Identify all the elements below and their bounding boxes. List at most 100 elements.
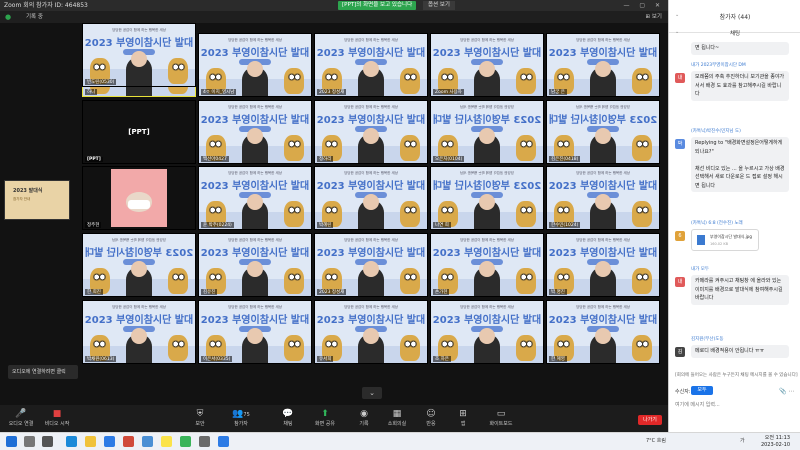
recipient-select[interactable]: 모두 <box>691 386 713 395</box>
participants-header[interactable]: 참가자 (44) <box>669 12 800 21</box>
leave-button[interactable]: 나가기 <box>638 415 662 425</box>
share-screen-label: 화면 공유 <box>315 421 335 427</box>
owl-mascot-icon <box>284 134 305 161</box>
security-button[interactable]: ⛨ 보안 <box>183 408 217 427</box>
view-button[interactable]: ⊞ 보기 <box>646 11 662 23</box>
owl-mascot-icon <box>632 200 653 227</box>
kakaotalk-icon[interactable] <box>161 436 172 447</box>
zoom-icon[interactable] <box>104 436 115 447</box>
owl-mascot-icon <box>516 67 537 94</box>
meeting-toolbar: 🎤 오디오 연결 ■ 비디오 시작 ⛨ 보안 👥75 참가자 💬 채팅 ⬆ 화면 공유 ◉ 기… <box>0 405 668 432</box>
banner-subtitle: 당당한 공감이 함께 하는 행복한 세상 <box>228 304 282 309</box>
participant-video-tile[interactable]: 당당한 공감이 함께 하는 행복한 세상2023 부영이참시단 발대식백선아04… <box>198 100 312 164</box>
participant-video-tile[interactable]: 당당한 공감이 함께 하는 행복한 세상2023 부영이참시단 발대식박 명진 <box>546 233 660 297</box>
participant-video-tile[interactable]: 당당한 공감이 함께 하는 행복한 세상2023 부영이참시단 발대식손가현 <box>430 233 544 297</box>
participant-video-tile[interactable]: 당당한 공감이 함께 하는 행복한 세상2023 부영이참시단 발대식한수민(1… <box>546 166 660 230</box>
participant-name: 정하리 <box>317 156 334 162</box>
join-audio-button[interactable]: 🎤 오디오 연결 <box>4 408 38 427</box>
search-icon[interactable] <box>24 436 35 447</box>
participant-video-tile[interactable]: 정주현 <box>82 166 196 230</box>
participant-video-tile[interactable]: 당당한 공감이 함께 하는 행복한 세상2023 부영이참시단 발대식조 하은 <box>430 300 544 364</box>
participant-video-tile[interactable]: 당당한 공감이 함께 하는 행복한 세상2023 부영이참시단 발대식2023 … <box>314 33 428 97</box>
share-screen-icon: ⬆ <box>321 409 329 419</box>
file-attachment[interactable]: 부영이참시단 발대식.jpg 160.02 KB <box>691 229 759 251</box>
participant-video-tile[interactable]: 당당한 공감이 함께 하는 행복한 세상2023 부영이참시단 발대식한 혜영 <box>546 300 660 364</box>
file-attach-icon[interactable]: 📎 ⋯ <box>779 388 794 395</box>
participant-video-tile[interactable]: 당당한 공감이 함께 하는 행복한 세상2023 부영이참시단 발대식박혜린 <box>314 166 428 230</box>
message-sender[interactable]: 김지원(부산)도동 <box>691 336 724 342</box>
participant-video-tile[interactable]: 당당한 공감이 함께 하는 행복한 세상2023 부영이참시단 발대식김유진 <box>198 233 312 297</box>
chrome-icon[interactable] <box>180 436 191 447</box>
owl-mascot-icon <box>632 134 653 161</box>
participant-video-tile[interactable]: 당당한 공감이 함께 하는 행복한 세상2023 부영이참시단 발대식오은지(0… <box>430 100 544 164</box>
participant-video-tile[interactable]: 당당한 공감이 함께 하는 행복한 세상2023 부영이참시단 발대식박채원(0… <box>82 300 196 364</box>
whiteboard-button[interactable]: ▭ 화이트보드 <box>484 408 518 427</box>
participant-video-tile[interactable]: 당당한 공감이 함께 하는 행복한 세상2023 부영이참시단 발대식빈도린(0… <box>82 23 196 87</box>
owl-mascot-icon <box>632 267 653 294</box>
participant-name: 김유진 <box>201 289 218 295</box>
participant-video-tile[interactable]: 당당한 공감이 함께 하는 행복한 세상2023 부영이참시단 발대식Zoom … <box>430 33 544 97</box>
participant-video-tile[interactable]: 당당한 공감이 함께 하는 행복한 세상2023 부영이참시단 발대식김은진(0… <box>546 100 660 164</box>
view-options-button[interactable]: 옵션 보기 <box>423 1 455 10</box>
participant-video-tile[interactable]: 당당한 공감이 함께 하는 행복한 세상2023 부영이참시단 발대식한 희진 <box>82 233 196 297</box>
banner-subtitle: 당당한 공감이 함께 하는 행복한 세상 <box>576 37 630 42</box>
message-sender[interactable]: (카톡닉) 6:8 (전수진) 노래 <box>691 220 743 226</box>
record-button[interactable]: ◉ 기록 <box>347 408 381 427</box>
participant-video-tile[interactable]: 당당한 공감이 함께 하는 행복한 세상2023 부영이참시단 발대식윤 박주(… <box>198 166 312 230</box>
folder-icon[interactable] <box>85 436 96 447</box>
participant-name: 4ㅇ 이지_영시남 <box>201 89 237 95</box>
participant-video-tile[interactable]: 당당한 공감이 함께 하는 행복한 세상2023 부영이참시단 발대식4ㅇ 이지… <box>198 33 312 97</box>
participant-name: 한수민(1024) <box>549 222 581 228</box>
participant-video-tile[interactable]: 당당한 공감이 함께 하는 행복한 세상2023 부영이참시단 발대식2023 … <box>314 233 428 297</box>
chevron-down-icon[interactable]: ⌄ <box>362 387 382 399</box>
floating-video-thumbnail[interactable]: 2023 발대식 참가자 안내 <box>4 180 70 220</box>
participant-name: 남궁 은 <box>549 89 567 95</box>
powerpoint-icon[interactable] <box>123 436 134 447</box>
owl-mascot-icon <box>168 57 189 84</box>
participant-video-tile[interactable]: 당당한 공감이 함께 하는 행복한 세상2023 부영이참시단 발대식남궁 은 <box>546 33 660 97</box>
chat-input[interactable] <box>675 399 795 411</box>
start-video-button[interactable]: ■ 비디오 시작 <box>40 408 74 427</box>
reactions-button[interactable]: ☺ 반응 <box>414 408 448 427</box>
apps-button[interactable]: ⊞ 앱 <box>446 408 480 427</box>
windows-start-icon[interactable] <box>6 436 17 447</box>
message-sender[interactable]: 내가 2023부영이참시단 DM <box>691 62 746 68</box>
shield-icon[interactable]: ● <box>5 11 11 23</box>
owl-mascot-icon <box>284 200 305 227</box>
banner-subtitle: 당당한 공감이 함께 하는 행복한 세상 <box>344 170 398 175</box>
join-audio-tooltip[interactable]: 오디오에 연결하려면 클릭 <box>8 365 78 379</box>
message-sender[interactable]: 내가 모두 <box>691 266 709 272</box>
chat-button[interactable]: 💬 채팅 <box>271 408 305 427</box>
message-text: 카메라를 켜주시고 채팅창 에 올라와 있는 이미지를 배경으로 발대식에 참여… <box>691 275 789 305</box>
avatar: 김 <box>675 347 685 357</box>
app-icon[interactable] <box>142 436 153 447</box>
participant-name: 조 하은 <box>433 356 451 362</box>
participant-video-tile[interactable]: 당당한 공감이 함께 하는 행복한 세상2023 부영이참시단 발대식정하리 <box>314 100 428 164</box>
chat-header[interactable]: 채팅 <box>669 29 800 37</box>
weather-widget[interactable]: 7°C 흐림 <box>646 437 666 444</box>
message-sender[interactable]: (카톡닉)박진수(민지님 도) <box>691 128 741 134</box>
file-icon <box>697 235 705 245</box>
participant-name: 김은진(0418) <box>549 156 581 162</box>
participant-video-tile[interactable]: 당당한 공감이 함께 하는 행복한 세상2023 부영이참시단 발대식이은서(0… <box>198 300 312 364</box>
owl-mascot-icon <box>516 267 537 294</box>
clock-time: 오전 11:13 <box>764 435 790 441</box>
smile-icon: ☺ <box>426 409 436 419</box>
edge-icon[interactable] <box>66 436 77 447</box>
breakout-rooms-button[interactable]: ▦ 소회의실 <box>380 408 414 427</box>
participant-video-tile[interactable]: 당당한 공감이 함께 하는 행복한 세상2023 부영이참시단 발대식나연 희 <box>430 166 544 230</box>
app-icon[interactable] <box>218 436 229 447</box>
system-clock[interactable]: 오전 11:13 2023-02-10 <box>752 435 790 449</box>
message-text: 면 됩니다~ <box>691 42 789 55</box>
participants-button[interactable]: 👥75 참가자 <box>224 408 258 427</box>
participant-video-tile[interactable]: 당당한 공감이 함께 하는 행복한 세상2023 부영이참시단 발대식유서희 <box>314 300 428 364</box>
task-view-icon[interactable] <box>42 436 53 447</box>
window-controls[interactable]: — ▢ ✕ <box>623 0 664 11</box>
input-language[interactable]: 가 <box>740 437 745 444</box>
chat-messages[interactable]: 면 됩니다~ 내가 2023부영이참시단 DM 내 모레쯤의 주축 추진하더니 보기관… <box>669 42 800 368</box>
participants-label: 참가자 <box>234 421 248 427</box>
share-screen-button[interactable]: ⬆ 화면 공유 <box>308 408 342 427</box>
participant-video-tile[interactable]: [PPT] [PPT] <box>82 100 196 164</box>
recording-label: 기록 중 <box>26 14 43 20</box>
app-icon[interactable] <box>199 436 210 447</box>
